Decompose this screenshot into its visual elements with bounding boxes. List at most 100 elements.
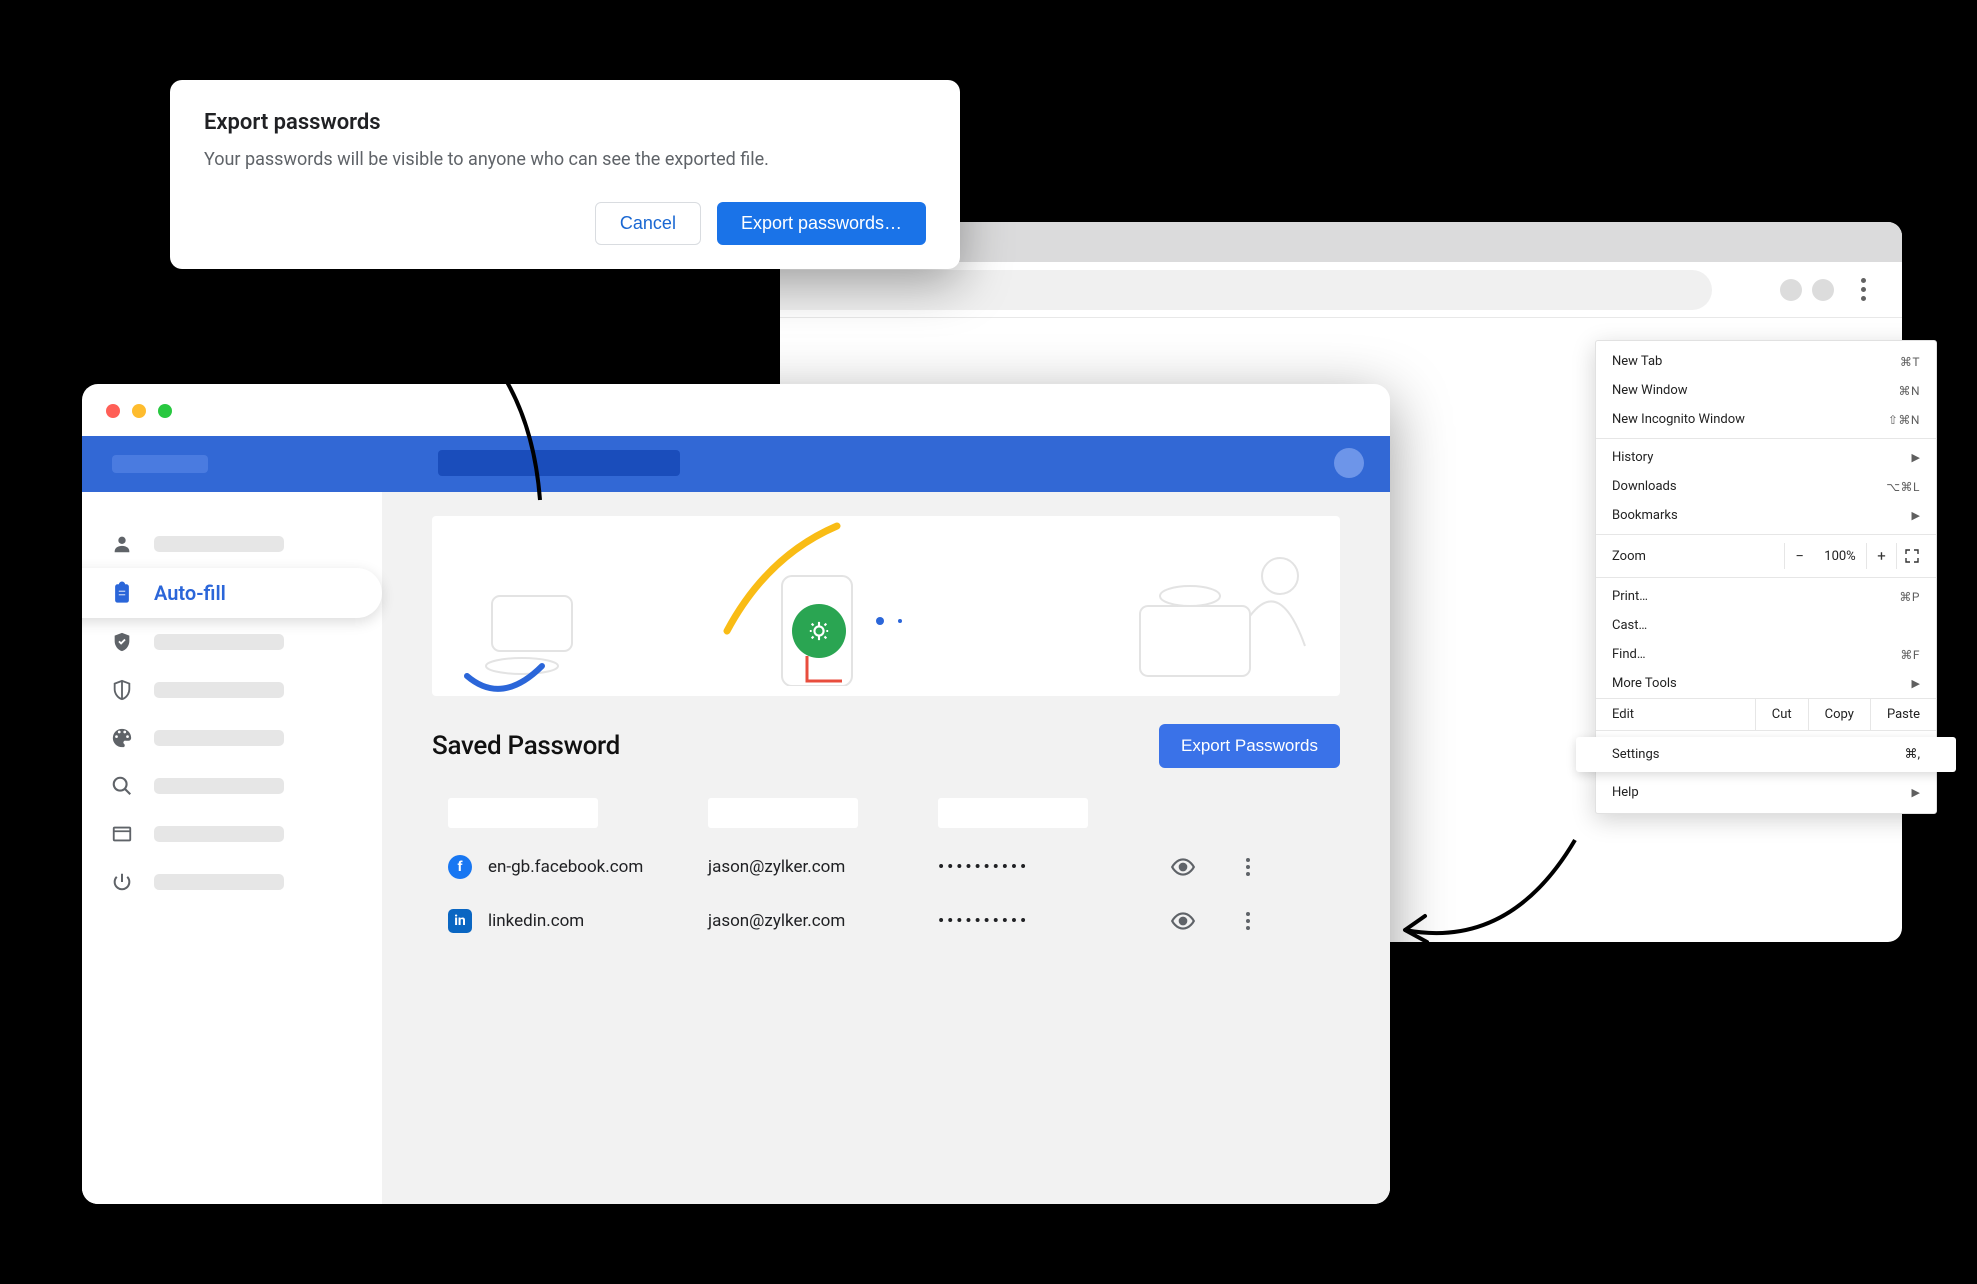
edit-paste-button[interactable]: Paste bbox=[1870, 699, 1936, 730]
menu-label: New Window bbox=[1612, 383, 1688, 398]
menu-incognito[interactable]: New Incognito Window ⇧⌘N bbox=[1596, 405, 1936, 434]
export-confirm-button[interactable]: Export passwords… bbox=[717, 202, 926, 245]
sidebar-label-placeholder bbox=[154, 874, 284, 890]
search-icon bbox=[110, 775, 134, 797]
menu-find[interactable]: Find… ⌘F bbox=[1596, 640, 1936, 669]
menu-shortcut: ⌘, bbox=[1904, 747, 1920, 762]
edit-copy-button[interactable]: Copy bbox=[1808, 699, 1870, 730]
menu-cast[interactable]: Cast… bbox=[1596, 611, 1936, 640]
fullscreen-icon[interactable] bbox=[1896, 543, 1926, 569]
sidebar-label-placeholder bbox=[154, 634, 284, 650]
browser-overflow-menu: New Tab ⌘T New Window ⌘N New Incognito W… bbox=[1595, 340, 1937, 814]
menu-label: History bbox=[1612, 450, 1653, 465]
header-placeholder bbox=[112, 455, 208, 473]
menu-separator bbox=[1596, 577, 1936, 578]
settings-sidebar: Auto-fill bbox=[82, 492, 382, 1204]
export-passwords-button[interactable]: Export Passwords bbox=[1159, 724, 1340, 768]
menu-shortcut: ⌘P bbox=[1899, 590, 1920, 604]
hero-illustration bbox=[432, 516, 1340, 696]
username: jason@zylker.com bbox=[708, 911, 938, 931]
passwords-table: f en-gb.facebook.com jason@zylker.com ••… bbox=[432, 786, 1340, 948]
menu-more-tools[interactable]: More Tools ▶ bbox=[1596, 669, 1936, 698]
menu-label: Cast… bbox=[1612, 618, 1647, 633]
linkedin-icon: in bbox=[448, 909, 472, 933]
section-title: Saved Password bbox=[432, 731, 620, 761]
annotation-arrow bbox=[1390, 830, 1590, 970]
row-more-button[interactable] bbox=[1218, 912, 1278, 930]
password-masked: •••••••••• bbox=[938, 911, 1148, 931]
zoom-in-button[interactable]: + bbox=[1866, 543, 1896, 569]
window-close-button[interactable] bbox=[106, 404, 120, 418]
sidebar-item-default[interactable] bbox=[82, 810, 382, 858]
sidebar-item-you[interactable] bbox=[82, 520, 382, 568]
menu-shortcut: ⌘T bbox=[1900, 355, 1920, 369]
column-header-placeholder bbox=[448, 798, 598, 828]
sidebar-item-autofill[interactable]: Auto-fill bbox=[82, 568, 382, 618]
submenu-caret-icon: ▶ bbox=[1912, 677, 1920, 690]
column-header-placeholder bbox=[938, 798, 1088, 828]
menu-label: Print… bbox=[1612, 589, 1648, 604]
menu-history[interactable]: History ▶ bbox=[1596, 443, 1936, 472]
browser-menu-button[interactable] bbox=[1852, 278, 1874, 301]
cancel-button[interactable]: Cancel bbox=[595, 202, 701, 245]
extension-placeholder-1 bbox=[1780, 279, 1802, 301]
sidebar-label-placeholder bbox=[154, 778, 284, 794]
person-icon bbox=[110, 533, 134, 555]
address-bar[interactable] bbox=[780, 270, 1712, 310]
username: jason@zylker.com bbox=[708, 857, 938, 877]
shield-check-icon bbox=[110, 631, 134, 653]
menu-label: More Tools bbox=[1612, 676, 1677, 691]
menu-zoom-row: Zoom − 100% + bbox=[1596, 539, 1936, 573]
table-header bbox=[432, 786, 1340, 840]
browser-toolbar bbox=[780, 262, 1902, 318]
menu-downloads[interactable]: Downloads ⌥⌘L bbox=[1596, 472, 1936, 501]
reveal-password-button[interactable] bbox=[1148, 854, 1218, 880]
submenu-caret-icon: ▶ bbox=[1912, 451, 1920, 464]
menu-new-window[interactable]: New Window ⌘N bbox=[1596, 376, 1936, 405]
menu-bookmarks[interactable]: Bookmarks ▶ bbox=[1596, 501, 1936, 530]
sidebar-item-onstartup[interactable] bbox=[82, 858, 382, 906]
submenu-caret-icon: ▶ bbox=[1912, 509, 1920, 522]
sidebar-label-placeholder bbox=[154, 682, 284, 698]
menu-label: Zoom bbox=[1612, 549, 1646, 564]
sidebar-item-privacy[interactable] bbox=[82, 618, 382, 666]
profile-avatar[interactable] bbox=[1334, 448, 1364, 478]
row-more-button[interactable] bbox=[1218, 858, 1278, 876]
dialog-body: Your passwords will be visible to anyone… bbox=[204, 149, 926, 170]
edit-cut-button[interactable]: Cut bbox=[1755, 699, 1808, 730]
sidebar-item-appearance[interactable] bbox=[82, 714, 382, 762]
palette-icon bbox=[110, 727, 134, 749]
zoom-out-button[interactable]: − bbox=[1784, 543, 1814, 569]
column-header-placeholder bbox=[708, 798, 858, 828]
window-controls bbox=[106, 404, 172, 418]
window-maximize-button[interactable] bbox=[158, 404, 172, 418]
power-icon bbox=[110, 871, 134, 893]
browser-icon bbox=[110, 823, 134, 845]
password-row: in linkedin.com jason@zylker.com •••••••… bbox=[432, 894, 1340, 948]
site-name[interactable]: en-gb.facebook.com bbox=[488, 857, 643, 877]
reveal-password-button[interactable] bbox=[1148, 908, 1218, 934]
menu-separator bbox=[1596, 438, 1936, 439]
settings-header-bar bbox=[82, 436, 1390, 492]
sidebar-item-security[interactable] bbox=[82, 666, 382, 714]
settings-window: Auto-fill bbox=[82, 384, 1390, 1204]
password-row: f en-gb.facebook.com jason@zylker.com ••… bbox=[432, 840, 1340, 894]
menu-settings[interactable]: Settings ⌘, bbox=[1576, 737, 1956, 772]
sidebar-item-search[interactable] bbox=[82, 762, 382, 810]
zoom-percentage: 100% bbox=[1814, 549, 1866, 564]
window-minimize-button[interactable] bbox=[132, 404, 146, 418]
menu-label: Bookmarks bbox=[1612, 508, 1678, 523]
sidebar-label-placeholder bbox=[154, 730, 284, 746]
menu-print[interactable]: Print… ⌘P bbox=[1596, 582, 1936, 611]
menu-new-tab[interactable]: New Tab ⌘T bbox=[1596, 347, 1936, 376]
sidebar-label: Auto-fill bbox=[154, 581, 226, 605]
password-masked: •••••••••• bbox=[938, 857, 1148, 877]
menu-help[interactable]: Help ▶ bbox=[1596, 778, 1936, 807]
clipboard-icon bbox=[110, 581, 134, 605]
menu-shortcut: ⌘F bbox=[1900, 648, 1920, 662]
menu-label: Downloads bbox=[1612, 479, 1677, 494]
shield-icon bbox=[110, 679, 134, 701]
extension-placeholder-2 bbox=[1812, 279, 1834, 301]
annotation-arrow bbox=[400, 300, 600, 520]
site-name[interactable]: linkedin.com bbox=[488, 911, 584, 931]
